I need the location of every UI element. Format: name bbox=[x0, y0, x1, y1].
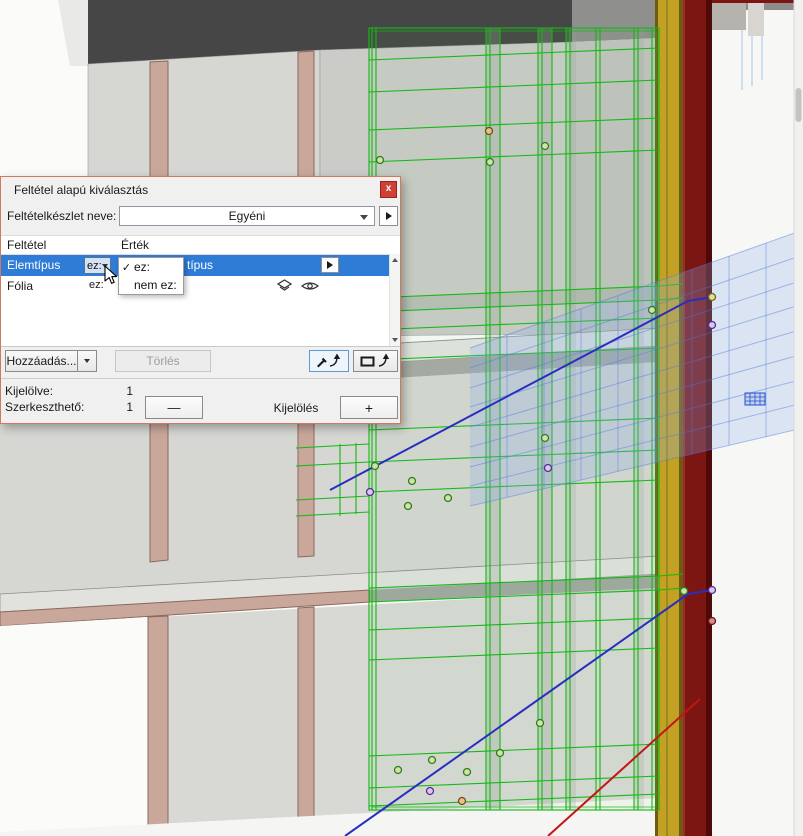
add-menu-button[interactable] bbox=[77, 350, 97, 372]
operator-dropdown-button[interactable]: ez: bbox=[84, 257, 111, 274]
preset-combobox[interactable]: Egyéni bbox=[119, 206, 375, 226]
selection-stats: Kijelölve: 1 Szerkeszthető: 1 — Kijelölé… bbox=[1, 380, 400, 423]
preset-name-label: Feltételkészlet neve: bbox=[7, 209, 116, 223]
eyedropper-icon bbox=[314, 353, 344, 369]
find-select-dialog: Feltétel alapú kiválasztás x Feltételkés… bbox=[0, 176, 401, 424]
scroll-up-icon[interactable] bbox=[392, 258, 398, 262]
eye-icon[interactable] bbox=[301, 280, 319, 295]
value-picker-button[interactable] bbox=[321, 257, 339, 273]
marquee-criteria-button[interactable] bbox=[353, 350, 398, 372]
editable-label: Szerkeszthető: bbox=[5, 400, 84, 414]
preset-row: Feltételkészlet neve: Egyéni bbox=[1, 205, 400, 227]
arrow-right-icon bbox=[386, 212, 392, 220]
operator-menu: ez: nem ez: bbox=[118, 257, 184, 295]
menu-item-label: nem ez: bbox=[134, 278, 177, 292]
actions-row: Hozzáadás... Törlés bbox=[1, 350, 400, 374]
dialog-title: Feltétel alapú kiválasztás bbox=[14, 183, 148, 197]
menu-item-ez[interactable]: ez: bbox=[119, 258, 183, 276]
menu-item-label: ez: bbox=[134, 260, 150, 274]
criteria-table: Feltétel Érték Elemtípus ez: típus Fólia… bbox=[1, 235, 400, 347]
delete-button[interactable]: Törlés bbox=[115, 350, 211, 372]
operator-label: ez: bbox=[89, 279, 104, 291]
chevron-down-icon bbox=[84, 359, 90, 363]
criterion-name: Fólia bbox=[7, 279, 33, 293]
column-header-value: Érték bbox=[121, 238, 149, 252]
criterion-value: típus bbox=[187, 258, 213, 272]
preset-value: Egyéni bbox=[229, 209, 266, 223]
selection-label: Kijelölés bbox=[246, 401, 346, 415]
criterion-name: Elemtípus bbox=[7, 258, 60, 272]
chevron-down-icon bbox=[102, 264, 108, 268]
archicad-window: Feltétel alapú kiválasztás x Feltételkés… bbox=[0, 0, 803, 836]
table-header: Feltétel Érték bbox=[1, 236, 390, 255]
marquee-icon bbox=[359, 353, 393, 369]
criteria-row-elemtipus[interactable]: Elemtípus ez: típus bbox=[1, 255, 390, 276]
check-icon bbox=[119, 261, 134, 274]
selected-label: Kijelölve: bbox=[5, 384, 53, 398]
operator-label: ez: bbox=[87, 260, 102, 272]
criteria-row-folia[interactable]: Fólia ez: bbox=[1, 276, 390, 297]
pickup-criteria-button[interactable] bbox=[309, 350, 349, 372]
table-scrollbar[interactable] bbox=[389, 254, 400, 346]
arrow-right-icon bbox=[327, 261, 333, 269]
viewport-scrollbar[interactable] bbox=[794, 0, 803, 836]
deselect-button[interactable]: — bbox=[145, 396, 203, 419]
editable-count: 1 bbox=[115, 400, 133, 414]
selected-count: 1 bbox=[115, 384, 133, 398]
column-header-condition: Feltétel bbox=[7, 238, 46, 252]
grid-symbol-icon bbox=[745, 393, 765, 405]
chevron-down-icon bbox=[360, 215, 368, 220]
divider bbox=[1, 378, 400, 379]
menu-item-nem-ez[interactable]: nem ez: bbox=[119, 276, 183, 294]
pick-layer-icon[interactable] bbox=[277, 279, 292, 295]
select-button[interactable]: + bbox=[340, 396, 398, 419]
scroll-down-icon[interactable] bbox=[392, 338, 398, 342]
preset-menu-button[interactable] bbox=[379, 206, 398, 226]
close-button[interactable]: x bbox=[380, 181, 397, 198]
add-button[interactable]: Hozzáadás... bbox=[5, 350, 78, 372]
dialog-titlebar[interactable]: Feltétel alapú kiválasztás x bbox=[1, 177, 400, 203]
